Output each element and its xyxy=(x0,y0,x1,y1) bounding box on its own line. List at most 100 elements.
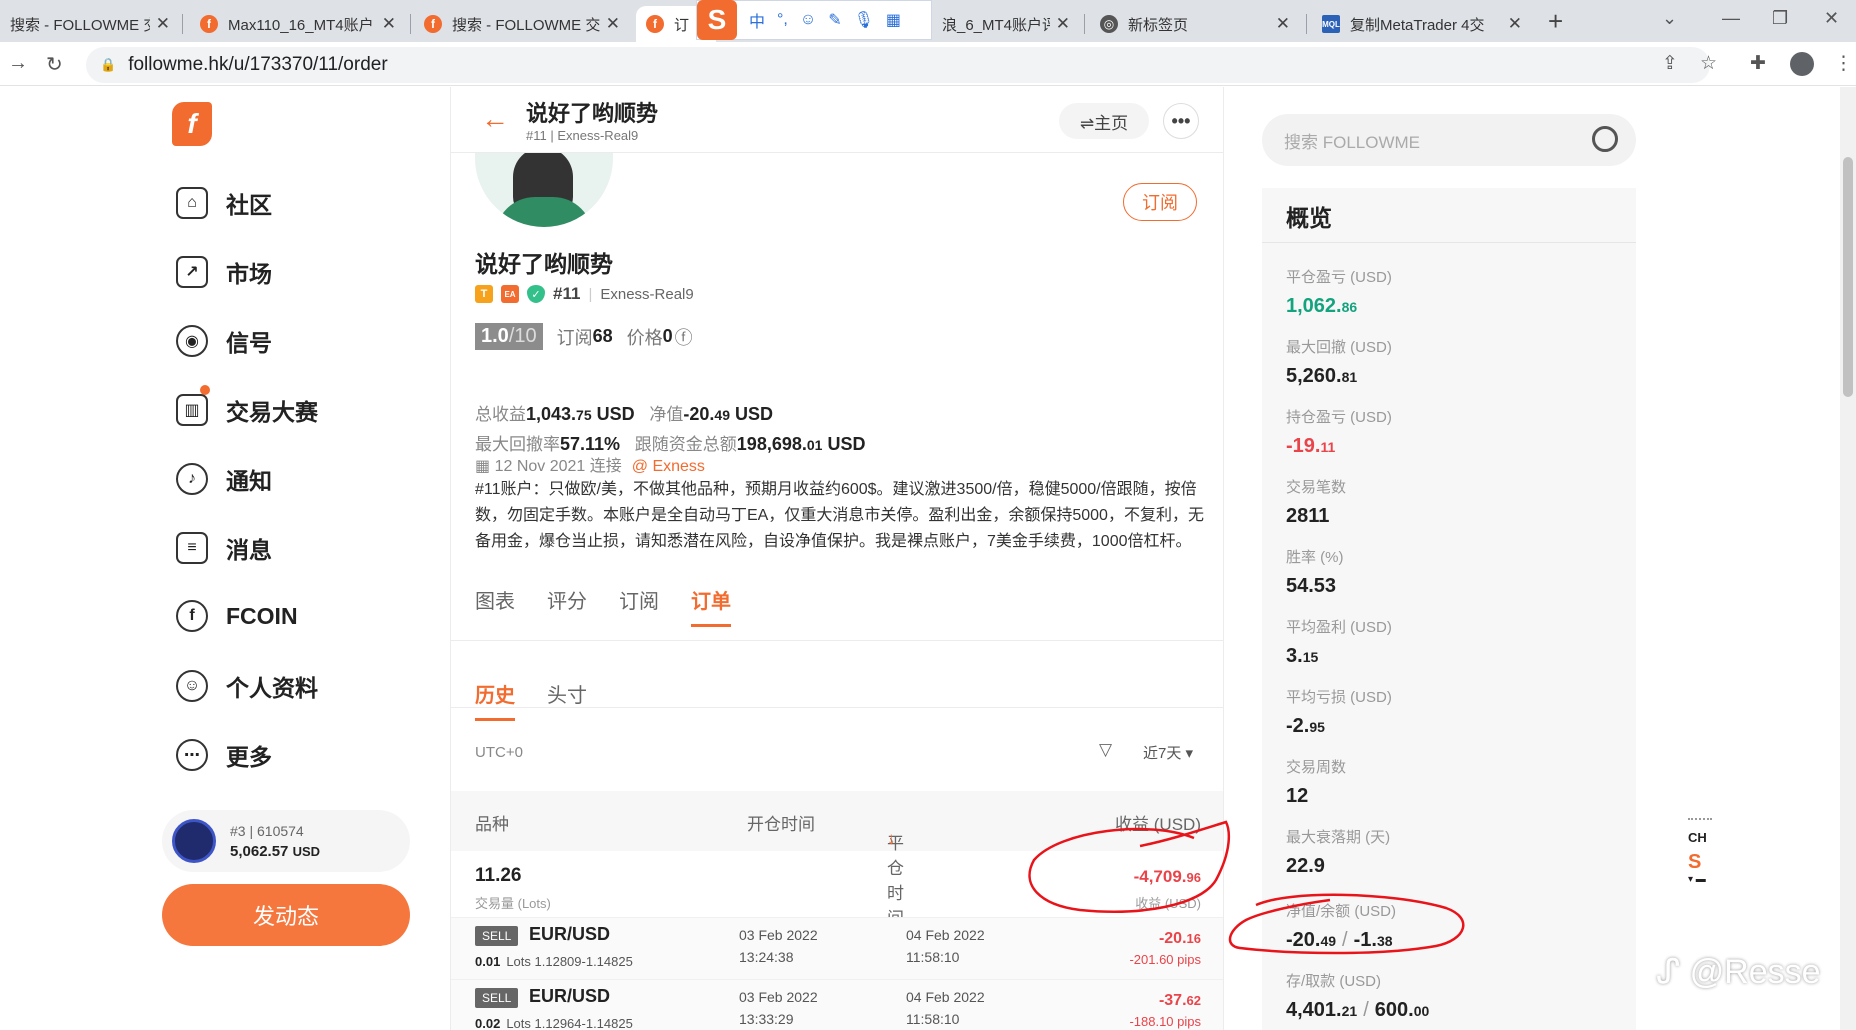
overview-title: 概览 xyxy=(1286,205,1332,231)
tab-title: Max110_16_MT4账户 xyxy=(228,16,374,34)
punctuation-icon[interactable]: °, xyxy=(777,11,788,29)
nav-item-contest[interactable]: ▥ 交易大赛 xyxy=(176,385,318,427)
new-tab-icon[interactable]: + xyxy=(1548,6,1563,37)
ime-mode-label[interactable]: 中 xyxy=(749,8,765,32)
nav-item-notify[interactable]: ♪ 通知 xyxy=(176,462,272,496)
user-id-line: #3 | 610574 xyxy=(230,822,304,839)
order-row[interactable]: SELL EUR/USD 0.02 Lots 1.12964-1.14825 03… xyxy=(451,979,1223,1030)
order-symbol: EUR/USD xyxy=(529,986,611,1006)
order-open-time: 03 Feb 2022 13:24:38 xyxy=(739,927,818,965)
price-value: 0 xyxy=(662,326,673,346)
window-close-icon[interactable]: ✕ xyxy=(1824,8,1839,29)
ime-indicator[interactable]: CH S ▾ ▬ xyxy=(1688,818,1712,885)
grid-icon[interactable]: ▦ xyxy=(886,10,901,30)
address-bar-row: → ↻ 🔒 followme.hk/u/173370/11/order ⇪ ☆ … xyxy=(0,42,1856,86)
ea-badge-icon: EA xyxy=(501,285,519,303)
browser-tab[interactable]: ◎ 新标签页 ✕ xyxy=(1090,6,1300,42)
emoji-icon[interactable]: ☺ xyxy=(800,11,816,29)
overview-stat: 交易笔数 2811 xyxy=(1286,476,1346,528)
search-input[interactable]: 搜索 FOLLOWME xyxy=(1262,114,1636,166)
tab-history[interactable]: 历史 xyxy=(475,679,515,721)
connected-since: ▦ 12 Nov 2021 连接 @ Exness xyxy=(475,458,705,475)
profile-avatar-icon[interactable] xyxy=(1790,52,1814,76)
timezone-label: UTC+0 xyxy=(475,744,523,761)
home-icon: ⌂ xyxy=(176,187,208,219)
tab-chart[interactable]: 图表 xyxy=(475,585,515,627)
coin-icon: ⓕ xyxy=(674,327,693,348)
browser-tab[interactable]: f Max110_16_MT4账户 ✕ xyxy=(190,6,406,42)
total-pnl: 1,043.75 USD xyxy=(526,404,635,424)
nav-item-market[interactable]: ↗ 市场 xyxy=(176,255,272,289)
close-icon[interactable]: ✕ xyxy=(156,14,170,34)
filter-icon[interactable]: ▽ xyxy=(1099,740,1112,760)
overview-stat: 最大回撤 (USD) 5,260.81 xyxy=(1286,336,1392,388)
scrollbar-thumb[interactable] xyxy=(1843,157,1853,397)
nav-label: 市场 xyxy=(226,261,272,287)
tab-orders[interactable]: 订单 xyxy=(691,585,731,627)
broker-link[interactable]: @ Exness xyxy=(632,458,705,475)
subscribe-button[interactable]: 订阅 xyxy=(1123,183,1197,221)
col-open-time[interactable]: 开仓时间 xyxy=(747,810,815,835)
header-subtitle: #11 | Exness-Real9 xyxy=(526,128,639,143)
pen-icon[interactable]: ✎ xyxy=(828,10,841,30)
equity-value: -20.49 USD xyxy=(683,404,774,424)
microphone-icon[interactable]: 🎙 xyxy=(854,10,874,30)
followme-favicon-icon: f xyxy=(200,15,218,33)
page-scrollbar[interactable] xyxy=(1840,87,1856,1030)
url-bar[interactable]: 🔒 followme.hk/u/173370/11/order xyxy=(86,47,1710,83)
tab-title: 搜索 - FOLLOWME 交 xyxy=(10,16,150,34)
date-range-select[interactable]: 近7天 ▾ xyxy=(1143,742,1193,763)
stat-value: 54.53 xyxy=(1286,575,1337,597)
nav-item-signal[interactable]: ◉ 信号 xyxy=(176,324,272,358)
nav-item-fcoin[interactable]: f FCOIN xyxy=(176,600,298,632)
tab-positions[interactable]: 头寸 xyxy=(547,679,587,721)
profile-badges: T EA ✓ #11 | Exness-Real9 xyxy=(475,284,694,304)
close-icon[interactable]: ✕ xyxy=(606,14,620,34)
tab-subscription[interactable]: 订阅 xyxy=(619,585,659,627)
stat-label: 胜率 (%) xyxy=(1286,549,1344,566)
order-side-badge: SELL xyxy=(475,926,519,946)
bookmark-star-icon[interactable]: ☆ xyxy=(1700,52,1717,75)
extensions-icon[interactable]: ✚ xyxy=(1750,52,1766,75)
search-icon[interactable] xyxy=(1592,126,1618,152)
back-arrow-icon[interactable]: ← xyxy=(481,103,509,135)
col-symbol: 品种 xyxy=(475,815,509,834)
nav-label: 更多 xyxy=(226,744,272,770)
browser-tab[interactable]: f 搜索 - FOLLOWME 交 ✕ xyxy=(414,6,630,42)
menu-kebab-icon[interactable]: ⋮ xyxy=(1834,52,1853,75)
nav-item-more[interactable]: ⋯ 更多 xyxy=(176,738,272,772)
ime-toolbar[interactable]: S 中 °, ☺ ✎ 🎙 ▦ xyxy=(696,0,932,40)
main-content: ← 说好了哟顺势 #11 | Exness-Real9 ⇌主页 ••• 订阅 说… xyxy=(450,87,1224,1030)
more-options-button[interactable]: ••• xyxy=(1163,103,1199,139)
browser-tab[interactable]: 搜索 - FOLLOWME 交 ✕ xyxy=(0,6,180,42)
order-row[interactable]: SELL EUR/USD 0.01 Lots 1.12809-1.14825 03… xyxy=(451,917,1223,979)
browser-tab[interactable]: MQL 复制MetaTrader 4交 ✕ xyxy=(1312,6,1532,42)
browser-tab[interactable]: 浪_6_MT4账户评 ✕ xyxy=(932,6,1080,42)
stat-value: 22.9 xyxy=(1286,855,1325,877)
nav-item-profile[interactable]: ☺ 个人资料 xyxy=(176,669,318,703)
col-pnl[interactable]: 收益 (USD) xyxy=(1115,810,1201,835)
share-icon[interactable]: ⇪ xyxy=(1662,52,1678,75)
home-button[interactable]: ⇌主页 xyxy=(1059,103,1149,139)
restore-icon[interactable]: ❐ xyxy=(1772,8,1788,29)
followme-logo[interactable]: f xyxy=(172,102,212,146)
nav-item-community[interactable]: ⌂ 社区 xyxy=(176,186,272,220)
lock-icon: 🔒 xyxy=(100,57,117,72)
url-text[interactable]: followme.hk/u/173370/11/order xyxy=(128,54,387,76)
summary-lots: 11.26 xyxy=(475,865,522,886)
tab-search-icon[interactable]: ⌄ xyxy=(1662,8,1677,29)
close-icon[interactable]: ✕ xyxy=(1056,14,1070,34)
sort-arrow-icon: ↓ xyxy=(887,829,896,848)
post-update-button[interactable]: 发动态 xyxy=(162,884,410,946)
nav-item-messages[interactable]: ≡ 消息 xyxy=(176,531,272,565)
user-card[interactable]: #3 | 610574 5,062.57 USD xyxy=(162,810,410,872)
reload-icon[interactable]: ↻ xyxy=(46,52,63,77)
tab-rating[interactable]: 评分 xyxy=(547,585,587,627)
overview-stat: 平均盈利 (USD) 3.15 xyxy=(1286,616,1392,668)
forward-icon[interactable]: → xyxy=(8,52,28,75)
close-icon[interactable]: ✕ xyxy=(1508,14,1522,34)
sogou-tray-icon: S xyxy=(1688,851,1702,873)
close-icon[interactable]: ✕ xyxy=(1276,14,1290,34)
minimize-icon[interactable]: — xyxy=(1722,8,1740,29)
close-icon[interactable]: ✕ xyxy=(382,14,396,34)
